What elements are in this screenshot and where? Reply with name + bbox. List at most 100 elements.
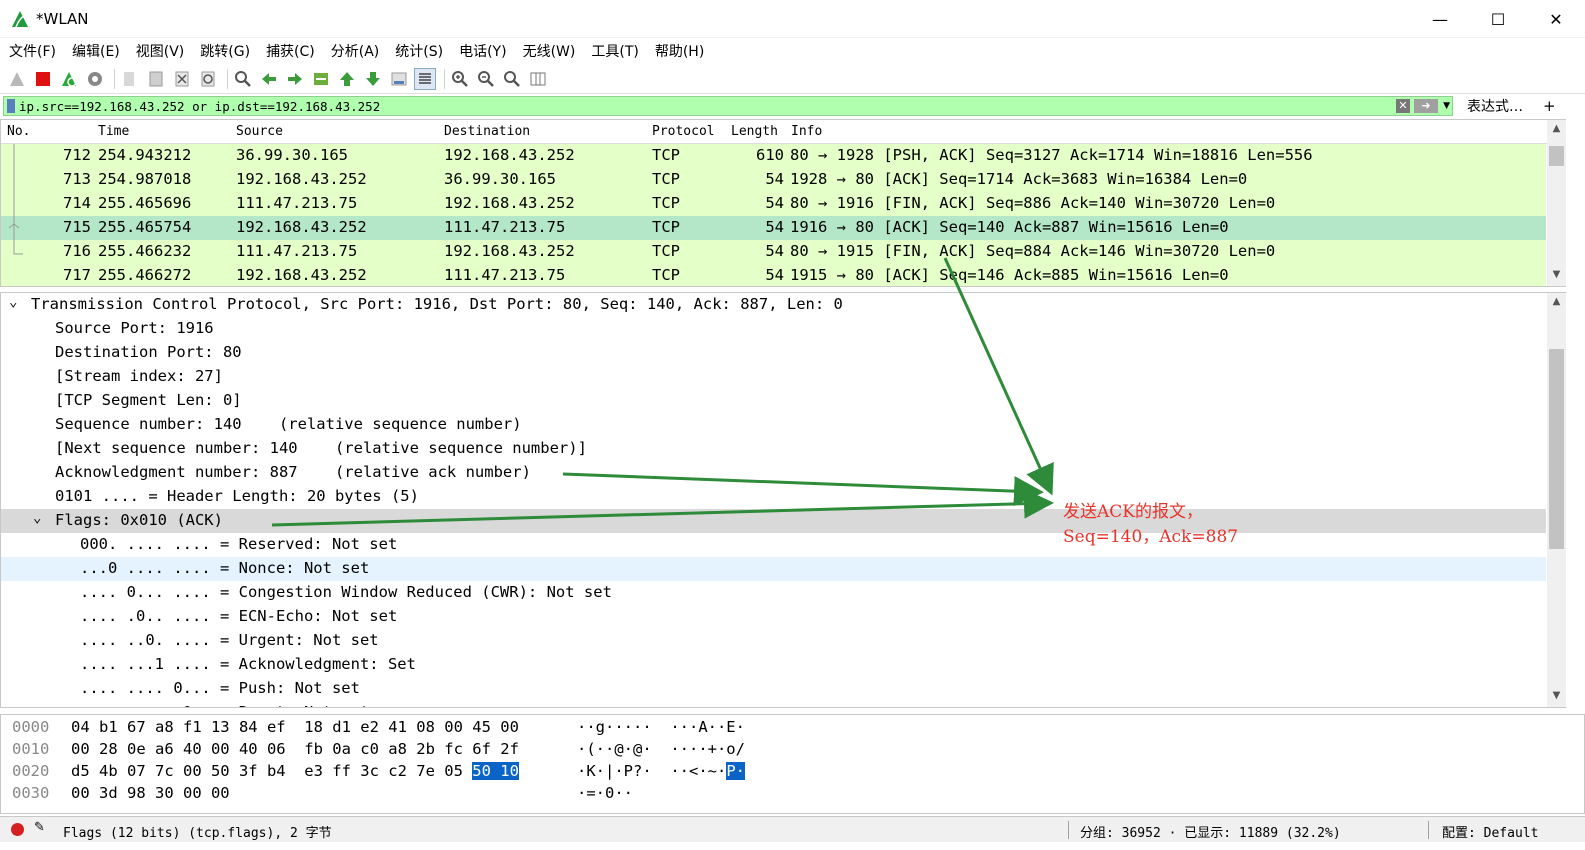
packet-cell-proto: TCP xyxy=(652,194,680,212)
menu-analyze[interactable]: 分析(A) xyxy=(323,41,388,61)
detail-row[interactable]: .... .... 0... = Push: Not set xyxy=(1,677,1546,701)
close-button[interactable]: ✕ xyxy=(1527,0,1585,38)
detail-row[interactable]: .... ...1 .... = Acknowledgment: Set xyxy=(1,653,1546,677)
packet-row[interactable]: 712 254.943212 36.99.30.165 192.168.43.252 T… xyxy=(1,144,1546,168)
packet-cell-time: 255.466232 xyxy=(98,242,192,260)
col-no[interactable]: No. xyxy=(7,124,30,139)
close-file-icon[interactable] xyxy=(171,68,193,90)
menu-file[interactable]: 文件(F) xyxy=(0,41,64,61)
menu-go[interactable]: 跳转(G) xyxy=(192,41,258,61)
detail-row[interactable]: 0101 .... = Header Length: 20 bytes (5) xyxy=(1,485,1546,509)
packet-row[interactable]: 716 255.466232 111.47.213.75 192.168.43.252… xyxy=(1,240,1546,264)
bytes-hex[interactable]: 04 b1 67 a8 f1 13 84 ef 18 d1 e2 41 08 0… xyxy=(71,718,519,736)
detail-row[interactable]: Acknowledgment number: 887 (relative ack… xyxy=(1,461,1546,485)
autoscroll-icon[interactable] xyxy=(388,68,410,90)
filter-history-dropdown-icon[interactable]: ▼ xyxy=(1443,99,1450,113)
scroll-thumb[interactable] xyxy=(1549,146,1564,166)
col-length[interactable]: Length xyxy=(731,124,778,139)
bytes-ascii[interactable]: ··g····· ···A··E· xyxy=(577,718,745,736)
packet-row[interactable]: 717 255.466272 192.168.43.252 111.47.213.75… xyxy=(1,264,1546,286)
add-filter-button[interactable]: + xyxy=(1543,97,1556,115)
menu-capture[interactable]: 捕获(C) xyxy=(258,41,323,61)
status-profile[interactable]: 配置: Default xyxy=(1442,822,1538,841)
detail-row[interactable]: .... .0.. .... = ECN-Echo: Not set xyxy=(1,605,1546,629)
detail-row[interactable]: [Next sequence number: 140 (relative seq… xyxy=(1,437,1546,461)
details-scrollbar[interactable]: ▲ ▼ xyxy=(1547,293,1566,707)
bytes-offset: 0020 xyxy=(12,762,50,780)
detail-row[interactable]: Destination Port: 80 xyxy=(1,341,1546,365)
find-packet-icon[interactable] xyxy=(232,68,254,90)
bookmark-icon[interactable] xyxy=(7,99,15,113)
detail-row[interactable]: ⌄ Transmission Control Protocol, Src Port… xyxy=(1,293,1546,317)
go-first-icon[interactable] xyxy=(336,68,358,90)
display-filter-input[interactable]: ip.src==192.168.43.252 or ip.dst==192.16… xyxy=(3,96,1453,116)
reload-icon[interactable] xyxy=(197,68,219,90)
detail-row[interactable]: ⌄ Flags: 0x010 (ACK) xyxy=(1,509,1546,533)
go-to-packet-icon[interactable] xyxy=(310,68,332,90)
packet-row[interactable]: 714 255.465696 111.47.213.75 192.168.43.252… xyxy=(1,192,1546,216)
bytes-ascii[interactable]: ·K·|·P?· ··<·~·P· xyxy=(577,762,745,780)
scroll-down-icon[interactable]: ▼ xyxy=(1547,687,1566,705)
comment-edit-icon[interactable]: ✎ xyxy=(34,820,45,835)
resize-columns-icon[interactable] xyxy=(527,68,549,90)
detail-row[interactable]: 000. .... .... = Reserved: Not set xyxy=(1,533,1546,557)
menu-tools[interactable]: 工具(T) xyxy=(583,41,646,61)
bytes-hex[interactable]: d5 4b 07 7c 00 50 3f b4 e3 ff 3c c2 7e 0… xyxy=(71,762,519,780)
toolbar-separator xyxy=(114,68,115,89)
scroll-down-icon[interactable]: ▼ xyxy=(1547,266,1566,284)
detail-row[interactable]: [TCP Segment Len: 0] xyxy=(1,389,1546,413)
bytes-hex[interactable]: 00 3d 98 30 00 00 xyxy=(71,784,230,802)
save-file-icon[interactable] xyxy=(145,68,167,90)
stop-capture-icon[interactable] xyxy=(32,68,54,90)
expand-chevron-icon[interactable]: ⌄ xyxy=(9,294,17,310)
menu-statistics[interactable]: 统计(S) xyxy=(387,41,451,61)
menu-view[interactable]: 视图(V) xyxy=(128,41,193,61)
clear-filter-icon[interactable]: ✕ xyxy=(1396,99,1410,113)
menu-wireless[interactable]: 无线(W) xyxy=(515,41,584,61)
menu-telephony[interactable]: 电话(Y) xyxy=(451,41,514,61)
open-file-icon[interactable] xyxy=(119,68,141,90)
packet-list-scrollbar[interactable]: ▲ ▼ xyxy=(1547,120,1566,286)
detail-row[interactable]: Sequence number: 140 (relative sequence … xyxy=(1,413,1546,437)
zoom-out-icon[interactable] xyxy=(475,68,497,90)
detail-row[interactable]: .... .... .0.. = Reset: Not set xyxy=(1,701,1546,707)
go-last-icon[interactable] xyxy=(362,68,384,90)
detail-row[interactable]: Source Port: 1916 xyxy=(1,317,1546,341)
scroll-thumb[interactable] xyxy=(1549,349,1564,549)
start-capture-icon[interactable] xyxy=(6,68,28,90)
expression-button[interactable]: 表达式… xyxy=(1467,96,1523,116)
detail-row[interactable]: .... ..0. .... = Urgent: Not set xyxy=(1,629,1546,653)
col-destination[interactable]: Destination xyxy=(444,124,530,139)
bytes-ascii[interactable]: ·=·0·· xyxy=(577,784,633,802)
packet-row[interactable]: 713 254.987018 192.168.43.252 36.99.30.165 T… xyxy=(1,168,1546,192)
zoom-normal-icon[interactable] xyxy=(501,68,523,90)
apply-filter-icon[interactable]: ➜ xyxy=(1414,99,1438,113)
expand-chevron-icon[interactable]: ⌄ xyxy=(33,510,41,526)
menu-edit[interactable]: 编辑(E) xyxy=(64,41,128,61)
detail-row[interactable]: ...0 .... .... = Nonce: Not set xyxy=(1,557,1546,581)
go-forward-icon[interactable] xyxy=(284,68,306,90)
col-time[interactable]: Time xyxy=(98,124,129,139)
go-back-icon[interactable] xyxy=(258,68,280,90)
scroll-up-icon[interactable]: ▲ xyxy=(1547,120,1566,138)
bytes-hex[interactable]: 00 28 0e a6 40 00 40 06 fb 0a c0 a8 2b f… xyxy=(71,740,519,758)
menu-help[interactable]: 帮助(H) xyxy=(647,41,712,61)
colorize-icon[interactable] xyxy=(414,67,436,90)
filter-text[interactable]: ip.src==192.168.43.252 or ip.dst==192.16… xyxy=(19,99,380,114)
minimize-button[interactable]: — xyxy=(1411,0,1469,38)
packet-cell-time: 254.943212 xyxy=(98,146,192,164)
col-protocol[interactable]: Protocol xyxy=(652,124,715,139)
detail-row[interactable]: [Stream index: 27] xyxy=(1,365,1546,389)
maximize-button[interactable]: ☐ xyxy=(1469,0,1527,38)
zoom-in-icon[interactable] xyxy=(449,68,471,90)
detail-row[interactable]: .... 0... .... = Congestion Window Reduc… xyxy=(1,581,1546,605)
scroll-up-icon[interactable]: ▲ xyxy=(1547,293,1566,311)
col-info[interactable]: Info xyxy=(791,124,822,139)
status-separator xyxy=(1428,821,1429,839)
restart-capture-icon[interactable] xyxy=(58,68,80,90)
capture-options-icon[interactable] xyxy=(84,68,106,90)
col-source[interactable]: Source xyxy=(236,124,283,139)
bytes-ascii[interactable]: ·(··@·@· ····+·o/ xyxy=(577,740,745,758)
packet-row[interactable]: 715 255.465754 192.168.43.252 111.47.213.75… xyxy=(1,216,1546,240)
expert-info-icon[interactable] xyxy=(11,823,24,836)
